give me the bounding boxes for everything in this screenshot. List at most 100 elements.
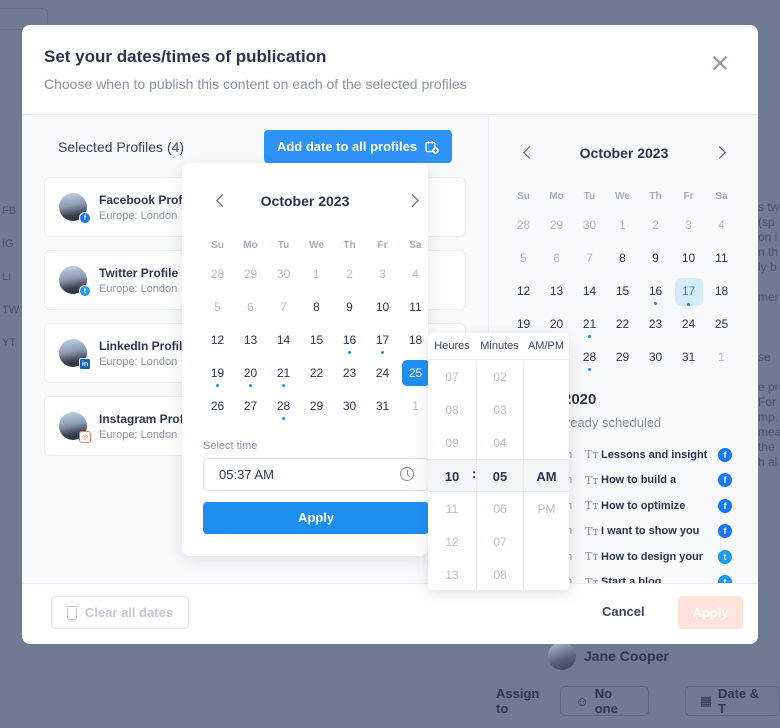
time-option[interactable]: 03 (477, 394, 523, 427)
calendar-day[interactable]: 22 (606, 312, 639, 345)
scheduled-post-row[interactable]: mTтLessons and insightf (563, 442, 743, 467)
calendar-day[interactable]: 27 (234, 394, 267, 427)
calendar-day[interactable]: 15 (606, 279, 639, 312)
calendar-day[interactable]: 29 (300, 394, 333, 427)
calendar-day[interactable]: 28 (267, 394, 300, 427)
add-date-to-all-profiles-button[interactable]: Add date to all profiles (264, 130, 452, 163)
calendar-day[interactable]: 8 (606, 246, 639, 279)
scheduled-indicator-dot (588, 368, 591, 371)
time-option[interactable]: 08 (428, 394, 476, 427)
scheduled-post-row[interactable]: mTтHow to optimizef (563, 493, 743, 518)
day-number: 12 (210, 333, 225, 347)
date-picker-popover: October 2023 Su Mo Tu We Th Fr Sa 28 29 30 1 2 3 4 5 6 7… (182, 163, 430, 556)
background-text-line: h al (758, 455, 778, 469)
time-option[interactable]: 05 (477, 460, 523, 493)
popover-apply-button[interactable]: Apply (203, 502, 429, 534)
apply-button[interactable]: Apply (678, 596, 743, 629)
background-text-line (758, 335, 780, 350)
time-option[interactable]: 12 (428, 526, 476, 559)
calendar-day[interactable]: 26 (201, 394, 234, 427)
calendar-day[interactable]: 23 (639, 312, 672, 345)
select-time-label: Select time (203, 440, 258, 452)
calendar-day[interactable]: 17 (366, 328, 399, 361)
calendar-day[interactable]: 21 (267, 361, 300, 394)
time-option[interactable]: 11 (428, 493, 476, 526)
calendar-day: 7 (573, 246, 606, 279)
hours-column[interactable]: 07 08 09 10 11 12 13 (428, 361, 476, 590)
day-number: 17 (674, 278, 703, 306)
day-number: 6 (553, 251, 560, 265)
calendar-day[interactable]: 29 (606, 345, 639, 378)
calendar-day[interactable]: 31 (366, 394, 399, 427)
day-number: 26 (210, 399, 225, 413)
time-option[interactable]: PM (524, 493, 569, 526)
date-button: ▦ Date & T (684, 686, 780, 716)
calendar-day[interactable]: 12 (201, 328, 234, 361)
scheduled-post-row[interactable]: mTтI want to show youf (563, 519, 743, 544)
calendar-day[interactable]: 11 (399, 295, 432, 328)
calendar-day[interactable]: 16 (333, 328, 366, 361)
background-text-line (758, 305, 780, 320)
minutes-column[interactable]: 02 03 04 05 06 07 08 (476, 361, 523, 590)
time-option[interactable]: 04 (477, 427, 523, 460)
calendar-day[interactable]: 20 (234, 361, 267, 394)
scheduled-post-row[interactable]: mTтHow to build af (563, 468, 743, 493)
calendar-day[interactable]: 16 (639, 279, 672, 312)
calendar-day[interactable]: 12 (507, 279, 540, 312)
calendar-day[interactable]: 24 (366, 361, 399, 394)
calendar-day[interactable]: 13 (234, 328, 267, 361)
calendar-day[interactable]: 14 (573, 279, 606, 312)
calendar-day[interactable]: 28 (573, 345, 606, 378)
clear-all-dates-label: Clear all dates (84, 605, 174, 620)
cancel-button[interactable]: Cancel (602, 604, 645, 619)
calendar-day[interactable]: 22 (300, 361, 333, 394)
calendar-day[interactable]: 15 (300, 328, 333, 361)
calendar-day[interactable]: 19 (201, 361, 234, 394)
time-option[interactable]: 02 (477, 361, 523, 394)
calendar-day[interactable]: 9 (639, 246, 672, 279)
ampm-column[interactable]: AM PM (523, 361, 569, 590)
calendar-day: 30 (573, 213, 606, 246)
background-text-line: se (758, 350, 771, 364)
calendar-day[interactable]: 30 (333, 394, 366, 427)
calendar-day: 5 (201, 295, 234, 328)
scheduled-post-row[interactable]: mTтHow to design yourt (563, 544, 743, 569)
calendar-day: 5 (507, 246, 540, 279)
calendar-day[interactable]: 11 (705, 246, 738, 279)
day-number: 31 (681, 350, 696, 364)
calendar-day[interactable]: 25 (705, 312, 738, 345)
time-option[interactable]: AM (524, 460, 569, 493)
time-option[interactable]: 09 (428, 427, 476, 460)
calendar-day[interactable]: 31 (672, 345, 705, 378)
calendar-day[interactable]: 21 (573, 312, 606, 345)
time-option[interactable]: 07 (428, 361, 476, 394)
time-option[interactable]: 08 (477, 559, 523, 592)
scheduled-indicator-dot (687, 303, 690, 306)
day-number: 20 (243, 366, 258, 380)
calendar-day[interactable]: 14 (267, 328, 300, 361)
time-option[interactable]: 06 (477, 493, 523, 526)
weekday-label: Mo (549, 191, 564, 202)
time-option[interactable]: 07 (477, 526, 523, 559)
calendar-day[interactable]: 30 (639, 345, 672, 378)
calendar-day-today[interactable]: 17 (672, 278, 705, 312)
calendar-day[interactable]: 10 (672, 246, 705, 279)
day-number: 22 (615, 317, 630, 331)
calendar-day[interactable]: 18 (705, 279, 738, 312)
calendar-day[interactable]: 10 (366, 295, 399, 328)
calendar-day[interactable]: 24 (672, 312, 705, 345)
calendar-day[interactable]: 8 (300, 295, 333, 328)
time-option[interactable]: 13 (428, 559, 476, 592)
minutes-header: Minutes (480, 340, 519, 352)
calendar-day[interactable]: 13 (540, 279, 573, 312)
clear-all-dates-button[interactable]: Clear all dates (51, 596, 189, 629)
right-calendar-header: October 2023 (489, 145, 758, 165)
calendar-day[interactable]: 23 (333, 361, 366, 394)
time-picker-dropdown: Heures Minutes AM/PM : 07 08 09 10 11 12 13 02… (428, 333, 569, 590)
close-icon[interactable] (712, 55, 728, 71)
popover-calendar-month: October 2023 (260, 193, 350, 209)
time-input[interactable]: 05:37 AM (203, 458, 429, 491)
time-option[interactable]: 10 (428, 460, 476, 493)
background-text-line: the (758, 440, 775, 454)
calendar-day[interactable]: 9 (333, 295, 366, 328)
